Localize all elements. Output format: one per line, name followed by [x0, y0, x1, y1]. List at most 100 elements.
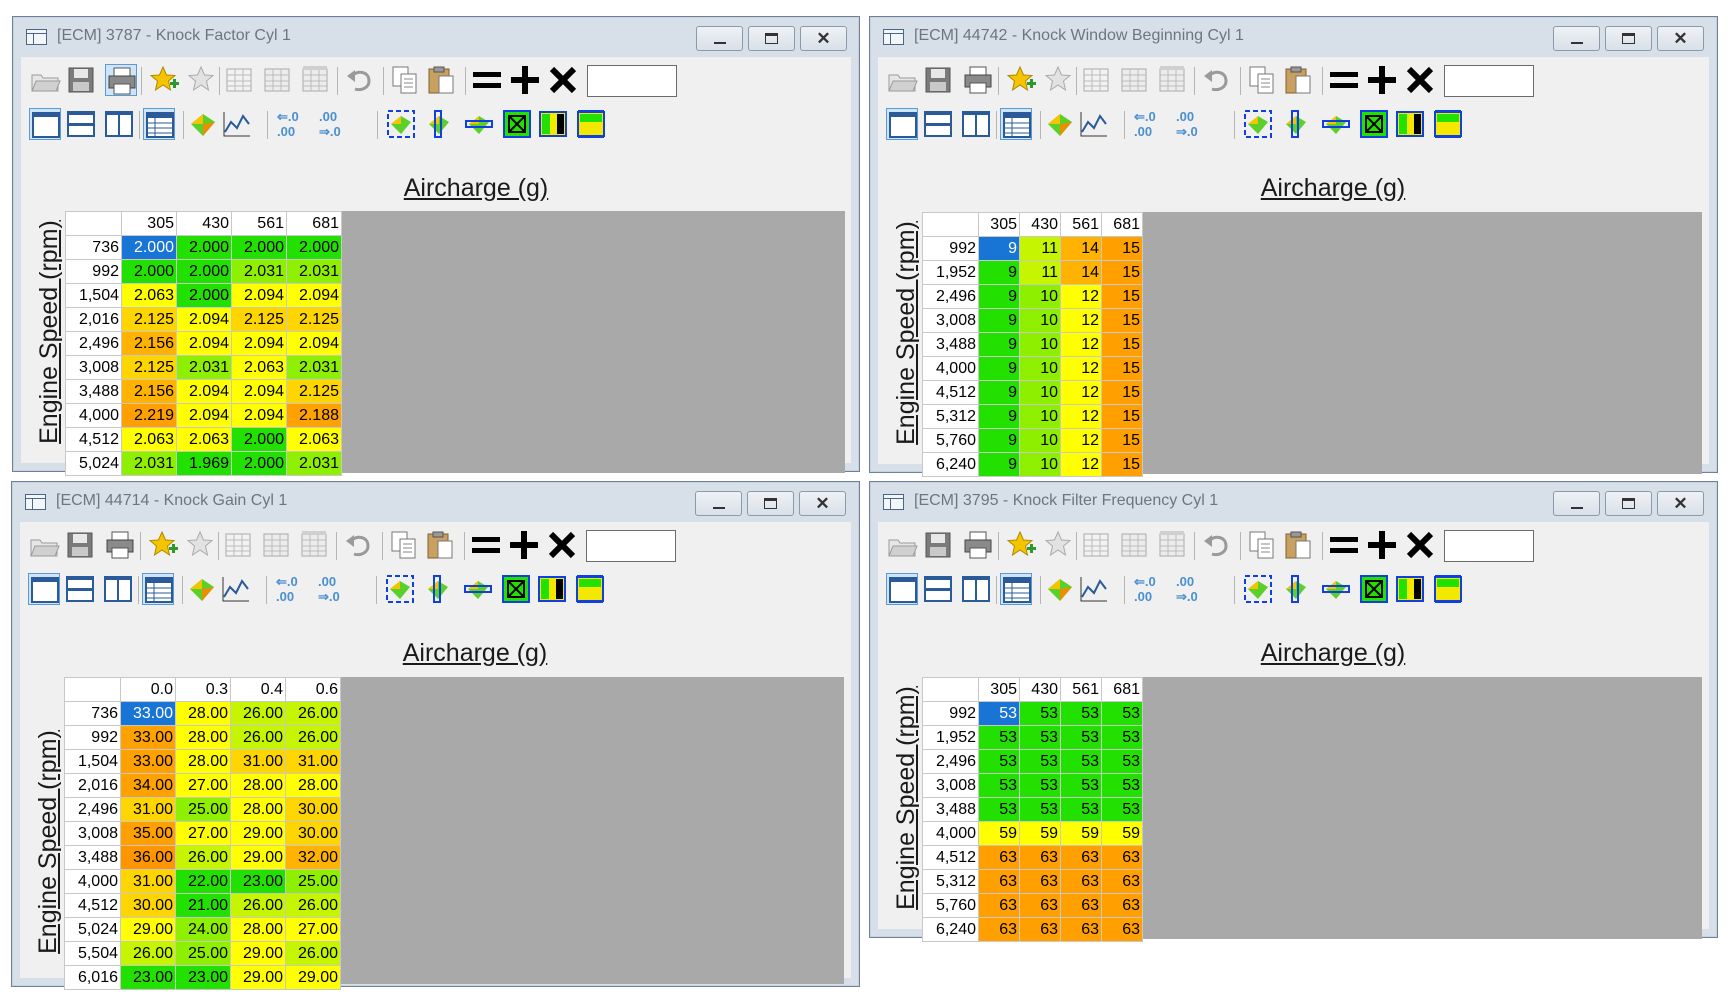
table-icon[interactable]	[1080, 64, 1112, 96]
save-icon[interactable]	[922, 64, 954, 96]
set-equal-icon[interactable]	[471, 64, 503, 96]
add-favorite-icon[interactable]	[149, 64, 181, 96]
table-cell[interactable]: 53	[1060, 773, 1102, 798]
table-cell[interactable]: 28.00	[230, 917, 286, 942]
title-bar[interactable]: [ECM] 44714 - Knock Gain Cyl 1 ✕	[12, 482, 859, 518]
table-cell[interactable]: 2.031	[286, 355, 342, 380]
table-cell[interactable]: 63	[1019, 845, 1061, 870]
save-icon[interactable]	[64, 529, 96, 561]
row-header[interactable]: 992	[922, 236, 979, 261]
table-cell[interactable]: 15	[1101, 380, 1143, 405]
table-cell[interactable]: 2.125	[286, 307, 342, 332]
column-header[interactable]: 0.4	[230, 677, 286, 702]
multiply-icon[interactable]	[1404, 64, 1436, 96]
table-cell[interactable]: 1.969	[176, 451, 232, 476]
table-cell[interactable]: 63	[1101, 845, 1143, 870]
table-cell[interactable]: 10	[1019, 332, 1061, 357]
table-cell[interactable]: 12	[1060, 380, 1102, 405]
table-cell[interactable]: 10	[1019, 356, 1061, 381]
table-cell[interactable]: 53	[1019, 797, 1061, 822]
table-cell[interactable]: 10	[1019, 380, 1061, 405]
table-cell[interactable]: 28.00	[175, 725, 231, 750]
table-cell[interactable]: 12	[1060, 404, 1102, 429]
table-cell[interactable]: 12	[1060, 452, 1102, 477]
table-cell[interactable]: 30.00	[285, 797, 341, 822]
favorite-icon[interactable]	[185, 64, 217, 96]
table-cell[interactable]: 25.00	[175, 941, 231, 966]
table-cell[interactable]: 27.00	[175, 821, 231, 846]
row-header[interactable]: 3,008	[65, 355, 122, 380]
table-compare-icon[interactable]	[298, 529, 330, 561]
table-cell[interactable]: 63	[1060, 917, 1102, 942]
table-cell[interactable]: 53	[1101, 749, 1143, 774]
print-icon[interactable]	[962, 529, 994, 561]
row-header[interactable]: 5,024	[64, 917, 121, 942]
table-icon[interactable]	[223, 64, 255, 96]
table-cell[interactable]: 2.094	[286, 283, 342, 308]
row-header[interactable]: 2,016	[65, 307, 122, 332]
column-header[interactable]: 430	[1019, 677, 1061, 702]
table-cell[interactable]: 36.00	[120, 845, 176, 870]
table-cell[interactable]: 2.000	[231, 427, 287, 452]
add-icon[interactable]	[1366, 64, 1398, 96]
row-header[interactable]: 992	[64, 725, 121, 750]
column-header[interactable]: 305	[978, 677, 1020, 702]
single-view-icon[interactable]	[886, 573, 918, 605]
single-view-icon[interactable]	[29, 108, 61, 140]
row-header[interactable]: 6,240	[922, 452, 979, 477]
column-header[interactable]: 0.6	[285, 677, 341, 702]
table-cell[interactable]: 2.063	[176, 427, 232, 452]
table-cell[interactable]: 26.00	[285, 893, 341, 918]
column-header[interactable]: 681	[1101, 212, 1143, 237]
table-cell[interactable]: 29.00	[120, 917, 176, 942]
row-header[interactable]: 5,760	[922, 893, 979, 918]
row-header[interactable]: 5,312	[922, 404, 979, 429]
table-cell[interactable]: 33.00	[120, 701, 176, 726]
row-header[interactable]: 3,488	[65, 379, 122, 404]
table-cell[interactable]: 24.00	[175, 917, 231, 942]
table-cell[interactable]: 63	[1019, 869, 1061, 894]
undo-icon[interactable]	[342, 529, 374, 561]
table-cell[interactable]: 63	[978, 845, 1020, 870]
table-cell[interactable]: 2.031	[176, 355, 232, 380]
minimize-button[interactable]	[1553, 491, 1600, 516]
fill-horizontal-icon[interactable]	[575, 108, 607, 140]
set-equal-icon[interactable]	[470, 529, 502, 561]
column-header[interactable]: 561	[1060, 677, 1102, 702]
table-cell[interactable]: 53	[1101, 773, 1143, 798]
increase-decimals-icon[interactable]: .00 ⇒.0	[1174, 108, 1206, 140]
fill-vertical-icon[interactable]	[1394, 573, 1426, 605]
table-cell[interactable]: 63	[1060, 893, 1102, 918]
add-favorite-icon[interactable]	[1006, 64, 1038, 96]
table-cell[interactable]: 12	[1060, 308, 1102, 333]
table-cell[interactable]: 10	[1019, 404, 1061, 429]
table-cell[interactable]: 2.156	[121, 379, 177, 404]
table-cell[interactable]: 28.00	[175, 701, 231, 726]
undo-icon[interactable]	[343, 64, 375, 96]
2d-graph-icon[interactable]	[1078, 573, 1110, 605]
row-header[interactable]: 4,000	[65, 403, 122, 428]
row-header[interactable]: 2,016	[64, 773, 121, 798]
value-input[interactable]	[587, 65, 677, 97]
table-compare-icon[interactable]	[1156, 64, 1188, 96]
title-bar[interactable]: [ECM] 44742 - Knock Window Beginning Cyl…	[870, 17, 1717, 53]
increase-decimals-icon[interactable]: .00 ⇒.0	[317, 108, 349, 140]
column-header[interactable]: 561	[231, 211, 287, 236]
row-header[interactable]: 1,504	[64, 749, 121, 774]
paste-icon[interactable]	[424, 529, 456, 561]
table-cell[interactable]: 59	[1019, 821, 1061, 846]
vertical-split-icon[interactable]	[960, 108, 992, 140]
select-all-icon[interactable]	[385, 108, 417, 140]
table-cell[interactable]: 29.00	[230, 965, 286, 990]
table-cell[interactable]: 63	[1101, 893, 1143, 918]
table-cell[interactable]: 2.031	[286, 451, 342, 476]
row-header[interactable]: 5,504	[64, 941, 121, 966]
add-icon[interactable]	[508, 529, 540, 561]
table-cell[interactable]: 25.00	[285, 869, 341, 894]
minimize-button[interactable]	[696, 26, 743, 51]
fill-vertical-icon[interactable]	[537, 108, 569, 140]
vertical-split-icon[interactable]	[960, 573, 992, 605]
row-header[interactable]: 3,488	[922, 332, 979, 357]
horizontal-split-icon[interactable]	[64, 573, 96, 605]
fill-horizontal-icon[interactable]	[574, 573, 606, 605]
